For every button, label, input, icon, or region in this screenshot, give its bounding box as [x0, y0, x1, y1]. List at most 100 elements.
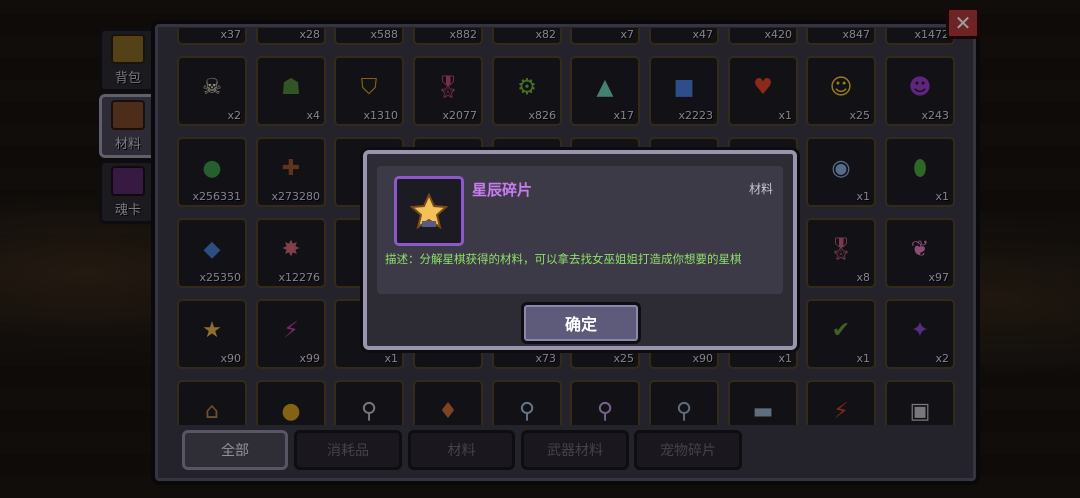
item-slot[interactable]: ◆ x25350 — [177, 218, 247, 288]
item-slot[interactable]: ⬮ x1 — [885, 137, 955, 207]
tab-label: 材料 — [447, 443, 476, 459]
item-count: x25 — [849, 109, 870, 122]
item-icon: ▬ — [752, 398, 774, 424]
item-slot[interactable]: x588 — [334, 28, 404, 45]
item-icon: 🎖 — [827, 236, 855, 262]
item-slot[interactable]: ⌂ — [177, 380, 247, 425]
tab-all[interactable]: 全部 — [182, 430, 288, 470]
tab-materials[interactable]: 材料 — [408, 430, 515, 470]
close-icon: ✕ — [954, 11, 972, 35]
item-count: x12276 — [278, 271, 320, 284]
item-slot[interactable]: ■ x2223 — [649, 56, 719, 126]
item-count: x1 — [856, 190, 870, 203]
item-count: x7 — [620, 28, 634, 41]
item-icon: ⚲ — [518, 398, 536, 424]
item-icon: ⌂ — [205, 398, 219, 424]
item-icon: ☺ — [829, 74, 853, 100]
item-slot[interactable]: ☠ x2 — [177, 56, 247, 126]
item-slot[interactable]: ☗ x4 — [256, 56, 326, 126]
item-count: x882 — [449, 28, 477, 41]
item-icon: ◉ — [831, 155, 851, 181]
item-icon: ⚲ — [675, 398, 693, 424]
item-slot[interactable]: x847 — [806, 28, 876, 45]
item-description: 描述：分解星棋获得的材料，可以拿去找女巫姐姐打造成你想要的星棋 — [385, 252, 742, 266]
item-slot[interactable]: ⛉ x1310 — [334, 56, 404, 126]
side-tab-materials[interactable]: 材料 — [99, 94, 157, 158]
item-icon: ⛉ — [360, 74, 378, 100]
tab-label: 全部 — [221, 443, 249, 459]
item-slot[interactable]: ✸ x12276 — [256, 218, 326, 288]
item-icon: ⚲ — [596, 398, 614, 424]
item-slot[interactable]: ♥ x1 — [728, 56, 798, 126]
item-count: x2 — [227, 109, 241, 122]
tab-label: 武器材料 — [547, 443, 603, 459]
item-icon: ⬮ — [913, 155, 927, 181]
item-slot[interactable]: ▬ — [728, 380, 798, 425]
item-slot[interactable]: ❦ x97 — [885, 218, 955, 288]
item-slot[interactable]: ⚲ — [649, 380, 719, 425]
item-count: x273280 — [271, 190, 320, 203]
side-tab-soul-cards[interactable]: 魂卡 — [99, 160, 157, 224]
item-slot[interactable]: ▲ x17 — [570, 56, 640, 126]
book-icon — [111, 100, 145, 130]
item-slot[interactable]: ✔ x1 — [806, 299, 876, 369]
item-icon: ▣ — [909, 398, 931, 424]
item-frame — [394, 176, 464, 246]
item-icon: ● — [202, 155, 222, 181]
item-slot[interactable]: ⚲ — [570, 380, 640, 425]
close-button[interactable]: ✕ — [946, 7, 980, 39]
item-count: x2077 — [442, 109, 477, 122]
side-tab-label: 材料 — [114, 137, 141, 152]
tab-pet-fragments[interactable]: 宠物碎片 — [634, 430, 742, 470]
item-slot[interactable]: ⚡ x99 — [256, 299, 326, 369]
item-slot[interactable]: ☻ x243 — [885, 56, 955, 126]
item-icon: ⚡ — [833, 398, 849, 424]
item-slot[interactable]: x1472 — [885, 28, 955, 45]
item-icon: ✸ — [281, 236, 301, 262]
confirm-button[interactable]: 确定 — [521, 302, 641, 344]
item-slot[interactable]: x7 — [570, 28, 640, 45]
item-slot[interactable]: ⚡ — [806, 380, 876, 425]
item-icon: ☻ — [908, 74, 932, 100]
tab-weapon-materials[interactable]: 武器材料 — [521, 430, 629, 470]
side-tab-backpack[interactable]: 背包 — [99, 28, 157, 92]
item-slot[interactable]: ★ x90 — [177, 299, 247, 369]
item-slot[interactable]: 🎖 x2077 — [413, 56, 483, 126]
item-slot[interactable]: ● — [256, 380, 326, 425]
item-count: x588 — [370, 28, 398, 41]
item-slot[interactable]: ♦ — [413, 380, 483, 425]
item-icon: ⚡ — [283, 317, 299, 343]
item-icon: ✦ — [910, 317, 930, 343]
item-slot[interactable]: x47 — [649, 28, 719, 45]
item-slot[interactable]: ✦ x2 — [885, 299, 955, 369]
item-count: x1472 — [914, 28, 949, 41]
side-tab-label: 魂卡 — [114, 203, 141, 218]
item-slot[interactable]: ▣ — [885, 380, 955, 425]
tab-consumables[interactable]: 消耗品 — [294, 430, 402, 470]
item-count: x1 — [935, 190, 949, 203]
item-slot[interactable]: x882 — [413, 28, 483, 45]
item-count: x2 — [935, 352, 949, 365]
item-icon: ⚲ — [360, 398, 378, 424]
item-slot[interactable]: x28 — [256, 28, 326, 45]
item-slot[interactable]: ◉ x1 — [806, 137, 876, 207]
item-slot[interactable]: ● x256331 — [177, 137, 247, 207]
item-name: 星辰碎片 — [472, 181, 533, 199]
item-slot[interactable]: ⚲ — [492, 380, 562, 425]
item-slot[interactable]: x82 — [492, 28, 562, 45]
item-slot[interactable]: x420 — [728, 28, 798, 45]
item-count: x73 — [535, 352, 556, 365]
item-slot[interactable]: ⚙ x826 — [492, 56, 562, 126]
item-slot[interactable]: ⚲ — [334, 380, 404, 425]
item-slot[interactable]: ✚ x273280 — [256, 137, 326, 207]
item-count: x25350 — [199, 271, 241, 284]
item-count: x2223 — [678, 109, 713, 122]
item-slot[interactable]: x37 — [177, 28, 247, 45]
item-type: 材料 — [748, 182, 773, 196]
item-count: x1 — [384, 352, 398, 365]
dialog-content: 星辰碎片 材料 描述：分解星棋获得的材料，可以拿去找女巫姐姐打造成你想要的星棋 — [377, 166, 783, 294]
item-slot[interactable]: 🎖 x8 — [806, 218, 876, 288]
item-count: x1310 — [363, 109, 398, 122]
item-count: x847 — [842, 28, 870, 41]
item-slot[interactable]: ☺ x25 — [806, 56, 876, 126]
